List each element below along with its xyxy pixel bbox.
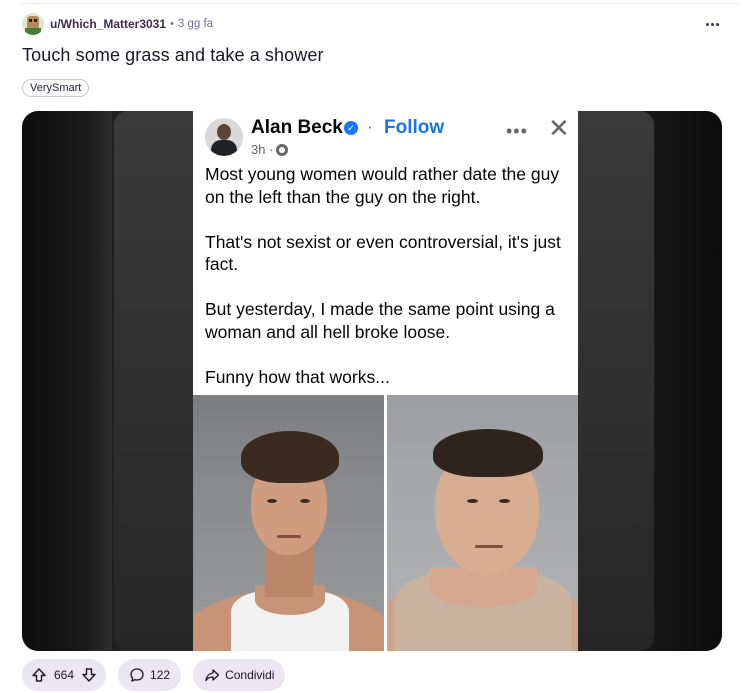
photo-young-man [193, 395, 384, 651]
more-options-icon[interactable] [700, 14, 724, 34]
fb-more-icon: ••• [506, 121, 528, 141]
fb-post-meta: 3h · [251, 142, 289, 157]
post-header: u/Which_Matter3031 • 3 gg fa [22, 10, 738, 38]
fb-author-name: Alan Beck [251, 117, 343, 138]
post-time: 3 gg fa [177, 18, 214, 30]
fb-paragraph: Funny how that works... [205, 366, 390, 387]
post-title[interactable]: Touch some grass and take a shower [22, 45, 324, 66]
fb-close-icon: ✕ [548, 113, 570, 143]
author-link[interactable]: u/Which_Matter3031 [50, 17, 166, 31]
verified-badge-icon: ✓ [344, 121, 358, 135]
facebook-post-screenshot: Alan Beck ✓ · Follow 3h · ••• ✕ Most you… [193, 111, 578, 651]
fb-paragraph: That's not sexist or even controversial,… [205, 231, 561, 275]
fb-photo-pair [193, 395, 578, 651]
fb-paragraph: Most young women would rather date the g… [205, 164, 560, 207]
fb-profile-picture [205, 118, 243, 156]
fb-post-text: Most young women would rather date the g… [205, 163, 571, 411]
meta-separator: • [170, 18, 174, 30]
photo-older-man [387, 395, 578, 651]
share-label: Condividi [225, 668, 275, 682]
fb-follow-link: Follow [384, 117, 445, 138]
vote-count: 664 [54, 668, 75, 682]
fb-post-time: 3h · [251, 142, 274, 157]
fb-separator: · [367, 117, 373, 136]
fb-post-header: Alan Beck ✓ · Follow 3h · ••• ✕ [205, 113, 570, 157]
fb-paragraph: But yesterday, I made the same point usi… [205, 299, 555, 342]
upvote-icon[interactable] [30, 666, 48, 684]
globe-icon [276, 143, 289, 156]
post-image[interactable]: Alan Beck ✓ · Follow 3h · ••• ✕ Most you… [22, 111, 722, 651]
downvote-icon[interactable] [80, 666, 98, 684]
comment-icon [130, 668, 144, 682]
comment-count: 122 [150, 668, 171, 682]
vote-control: 664 [22, 659, 107, 691]
comments-button[interactable]: 122 [118, 659, 182, 691]
post-actions: 664 122 Condividi [22, 659, 286, 691]
post-flair[interactable]: VerySmart [22, 79, 90, 97]
share-icon [205, 669, 220, 682]
top-divider [22, 3, 738, 4]
user-avatar[interactable] [22, 13, 44, 35]
share-button[interactable]: Condividi [193, 659, 286, 691]
